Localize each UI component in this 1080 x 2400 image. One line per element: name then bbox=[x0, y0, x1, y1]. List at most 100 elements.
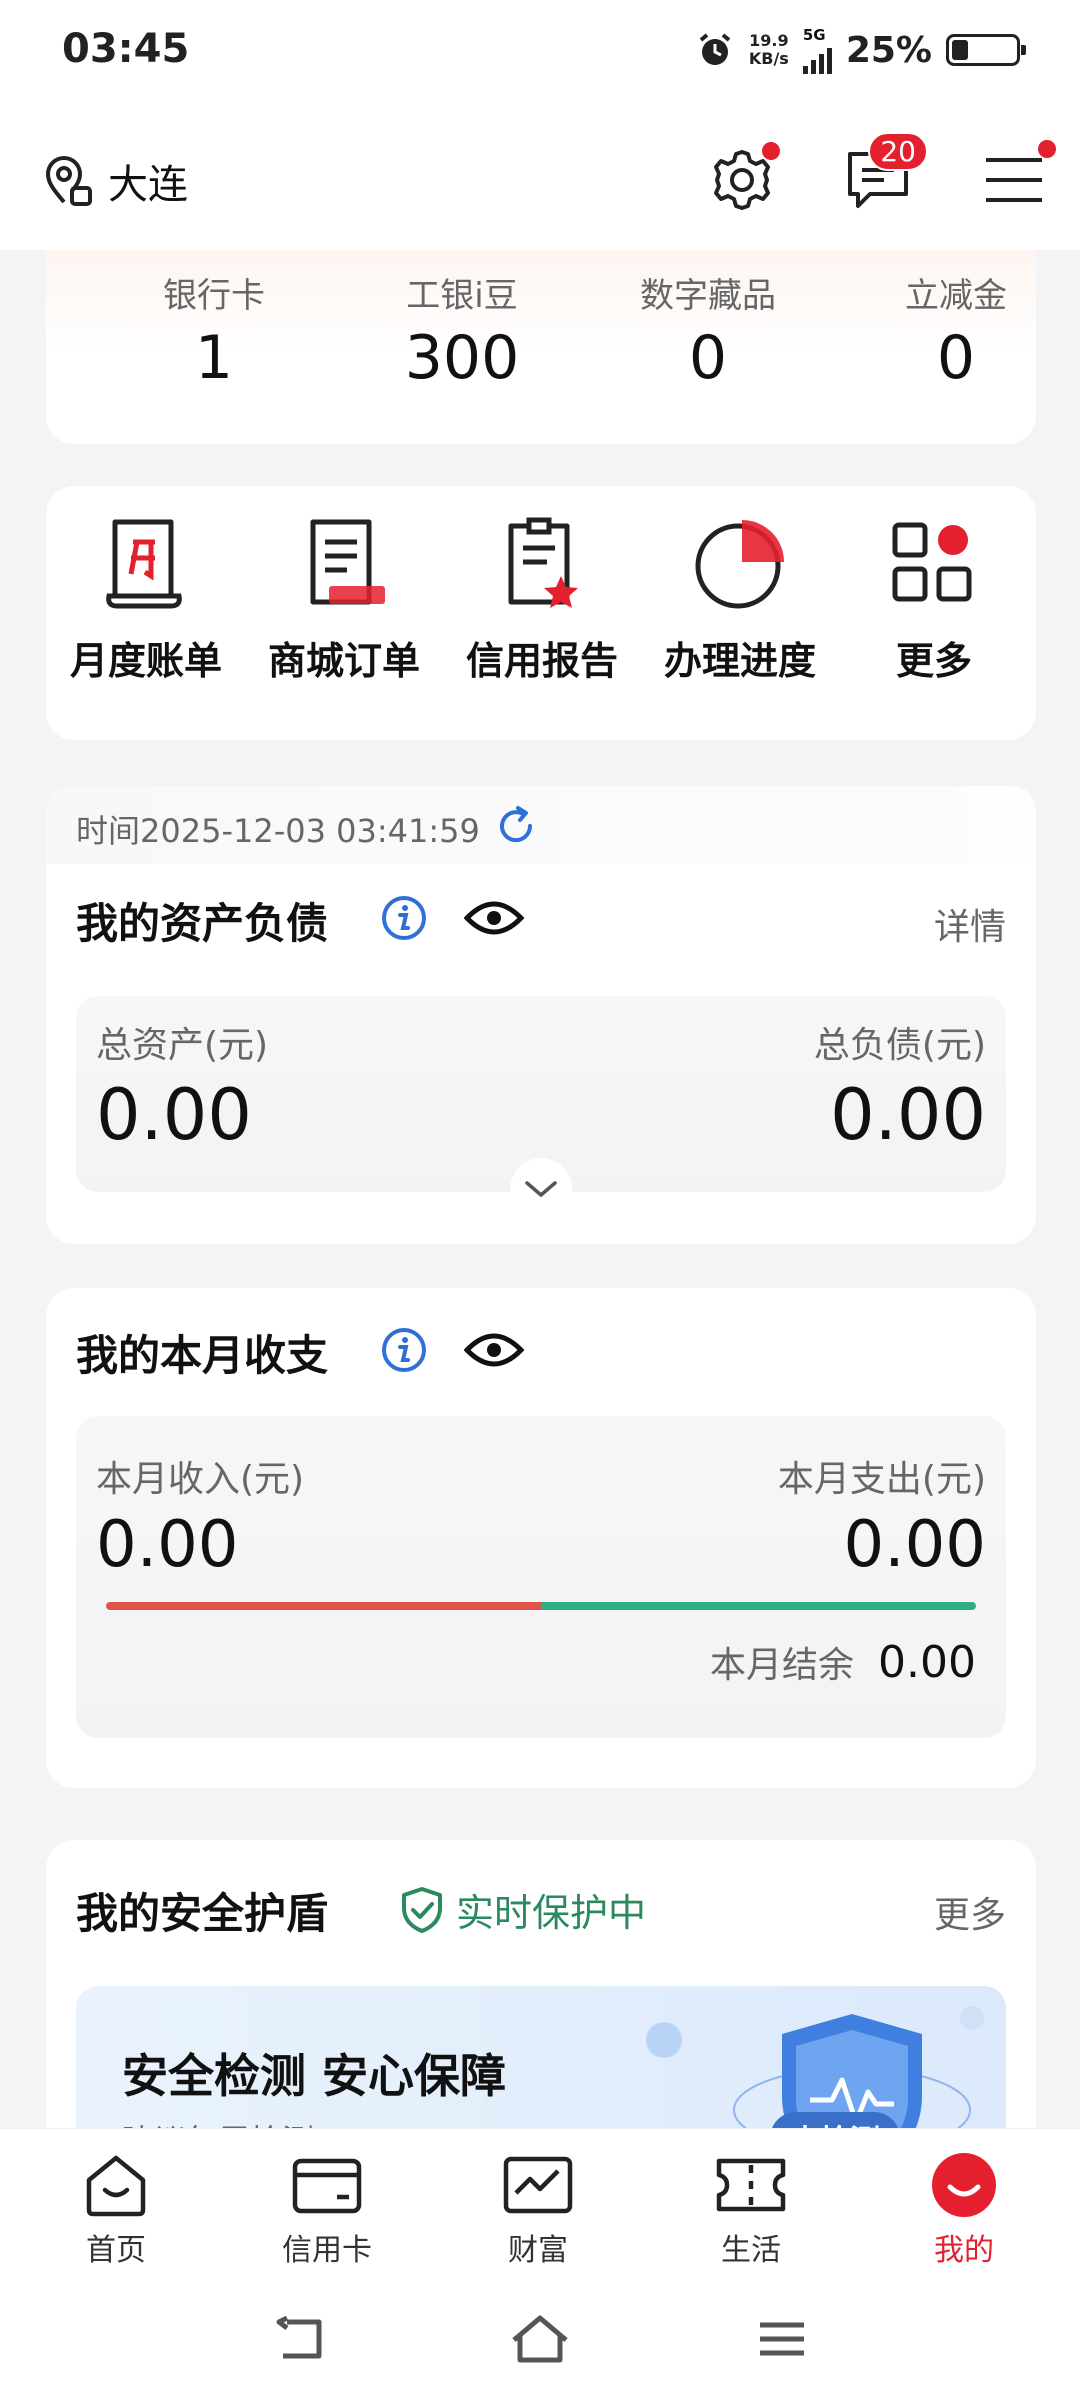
alarm-icon bbox=[699, 33, 731, 65]
shortcut-more[interactable]: 更多 bbox=[834, 514, 1034, 685]
network-speed: 19.9 KB/s bbox=[748, 31, 789, 68]
progress-pie-icon bbox=[690, 514, 790, 614]
stat-instant-discount[interactable]: 立减金 0 bbox=[846, 268, 1066, 393]
menu-notification-dot bbox=[1038, 140, 1056, 158]
expand-button[interactable] bbox=[510, 1158, 572, 1220]
battery-icon bbox=[946, 34, 1026, 66]
settings-notification-dot bbox=[762, 142, 780, 160]
location-pin-icon bbox=[45, 156, 92, 206]
total-assets-label: 总资产(元) bbox=[96, 1025, 269, 1066]
income-bar-segment bbox=[106, 1602, 541, 1610]
back-icon bbox=[276, 2316, 322, 2359]
info-icon bbox=[382, 896, 426, 940]
bottom-navigation: 首页 信用卡 财富 生活 我的 bbox=[0, 2128, 1080, 2276]
expense-bar-segment bbox=[541, 1602, 976, 1610]
eye-icon bbox=[463, 901, 525, 935]
nav-wealth[interactable]: 财富 bbox=[458, 2151, 618, 2269]
more-grid-icon bbox=[884, 514, 984, 614]
home-outline-icon bbox=[512, 2315, 568, 2363]
menu-lines-icon bbox=[760, 2322, 804, 2356]
battery-percent: 25% bbox=[845, 29, 932, 71]
shortcuts-card: 月度账单 商城订单 信用报告 办理进度 更多 bbox=[46, 486, 1036, 740]
nav-credit-card[interactable]: 信用卡 bbox=[247, 2151, 407, 2269]
shortcut-monthly-bill[interactable]: 月度账单 bbox=[46, 514, 246, 685]
expense-label: 本月支出(元) bbox=[777, 1459, 986, 1500]
security-check-banner[interactable]: 安全检测 安心保障 建议每周检测 去检测 bbox=[76, 1986, 1006, 2128]
income-label: 本月收入(元) bbox=[96, 1459, 305, 1500]
settings-button[interactable] bbox=[706, 142, 780, 216]
income-expense-bar bbox=[106, 1602, 976, 1610]
monthly-title: 我的本月收支 bbox=[76, 1331, 329, 1380]
assets-visibility-toggle[interactable] bbox=[463, 896, 525, 944]
account-stats-card: 银行卡 1 工银i豆 300 数字藏品 0 立减金 0 bbox=[46, 250, 1036, 444]
status-time: 03:45 bbox=[62, 26, 190, 72]
assets-detail-link[interactable]: 详情 bbox=[934, 898, 1006, 950]
balance-label: 本月结余 bbox=[710, 1645, 855, 1686]
monthly-info-button[interactable] bbox=[380, 1326, 428, 1378]
monthly-balance: 本月结余 0.00 bbox=[710, 1636, 976, 1688]
monthly-summary-box: 本月收入(元) 本月支出(元) 0.00 0.00 本月结余 0.00 bbox=[76, 1416, 1006, 1738]
assets-info-button[interactable] bbox=[380, 894, 428, 946]
credit-report-icon bbox=[492, 514, 592, 614]
system-home-button[interactable] bbox=[510, 2314, 570, 2364]
monthly-bill-icon bbox=[96, 514, 196, 614]
eye-icon bbox=[463, 1333, 525, 1367]
main-content[interactable]: 银行卡 1 工银i豆 300 数字藏品 0 立减金 0 月度账单 商城订单 信用… bbox=[0, 250, 1080, 2128]
update-time-strip: 时间2025-12-03 03:41:59 bbox=[46, 786, 1036, 866]
assets-liabilities-card: 我的资产负债 详情 总资产(元) 0.00 总负债(元) 0.00 bbox=[46, 864, 1036, 1244]
update-time: 时间2025-12-03 03:41:59 bbox=[76, 812, 480, 850]
shield-title: 我的安全护盾 bbox=[76, 1889, 329, 1938]
home-icon bbox=[76, 2151, 156, 2219]
messages-button[interactable]: 20 bbox=[842, 132, 928, 216]
shortcut-mall-orders[interactable]: 商城订单 bbox=[244, 514, 444, 685]
mine-icon bbox=[924, 2151, 1004, 2219]
signal-icon bbox=[802, 44, 832, 74]
system-back-button[interactable] bbox=[270, 2314, 330, 2364]
refresh-icon bbox=[500, 806, 533, 843]
ticket-icon bbox=[711, 2151, 791, 2219]
decor-bubble bbox=[646, 2022, 682, 2058]
banner-subtitle: 建议每周检测 bbox=[122, 2116, 314, 2128]
status-icons: 19.9 KB/s 5G 25% bbox=[695, 26, 1026, 74]
income-value: 0.00 bbox=[96, 1508, 239, 1582]
assets-title: 我的资产负债 bbox=[76, 899, 329, 948]
nav-life[interactable]: 生活 bbox=[671, 2151, 831, 2269]
security-shield-card: 我的安全护盾 实时保护中 更多 安全检测 安心保障 建议每周检测 去检测 bbox=[46, 1840, 1036, 2128]
message-count-badge: 20 bbox=[868, 132, 928, 171]
wealth-chart-icon bbox=[498, 2151, 578, 2219]
hamburger-menu-icon bbox=[986, 158, 1042, 202]
top-header: 大连 20 bbox=[0, 108, 1080, 250]
balance-value: 0.00 bbox=[878, 1637, 976, 1688]
banner-title: 安全检测 安心保障 bbox=[122, 2049, 507, 2103]
monthly-visibility-toggle[interactable] bbox=[463, 1328, 525, 1376]
shield-check-icon bbox=[402, 1886, 442, 1933]
nav-mine[interactable]: 我的 bbox=[884, 2151, 1044, 2269]
shield-more-link[interactable]: 更多 bbox=[934, 1886, 1006, 1938]
info-icon bbox=[382, 1328, 426, 1372]
refresh-button[interactable] bbox=[494, 804, 538, 852]
nav-home[interactable]: 首页 bbox=[36, 2151, 196, 2269]
signal-indicator: 5G bbox=[802, 26, 832, 74]
shortcut-credit-report[interactable]: 信用报告 bbox=[442, 514, 642, 685]
check-now-button[interactable]: 去检测 bbox=[770, 2112, 900, 2128]
monthly-income-expense-card: 我的本月收支 本月收入(元) 本月支出(元) 0.00 0.00 本月结余 0.… bbox=[46, 1288, 1036, 1788]
total-debt-value: 0.00 bbox=[830, 1074, 986, 1156]
system-navigation-bar bbox=[0, 2276, 1080, 2400]
expense-value: 0.00 bbox=[843, 1508, 987, 1582]
stat-digital-collectibles[interactable]: 数字藏品 0 bbox=[598, 268, 818, 393]
location-name: 大连 bbox=[108, 162, 188, 208]
stat-bank-card[interactable]: 银行卡 1 bbox=[104, 268, 324, 393]
system-menu-button[interactable] bbox=[752, 2314, 812, 2364]
total-assets-value: 0.00 bbox=[96, 1074, 252, 1156]
chevron-down-icon bbox=[525, 1181, 557, 1197]
status-bar: 03:45 19.9 KB/s 5G 25% bbox=[0, 0, 1080, 108]
security-shield-illustration bbox=[733, 2014, 971, 2128]
mall-order-icon bbox=[294, 514, 394, 614]
total-debt-label: 总负债(元) bbox=[813, 1025, 986, 1066]
location-selector[interactable]: 大连 bbox=[42, 152, 188, 210]
shortcut-progress[interactable]: 办理进度 bbox=[640, 514, 840, 685]
menu-button[interactable] bbox=[978, 140, 1056, 216]
protection-status: 实时保护中 bbox=[400, 1882, 646, 1937]
credit-card-icon bbox=[287, 2151, 367, 2219]
stat-icbc-beans[interactable]: 工银i豆 300 bbox=[352, 268, 572, 393]
